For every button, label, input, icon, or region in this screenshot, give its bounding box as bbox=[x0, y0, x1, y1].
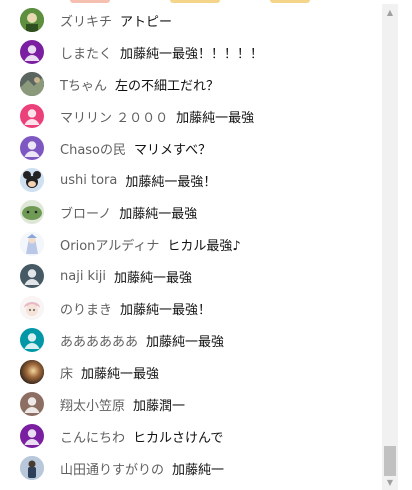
chat-message-text: 加藤純一最強 bbox=[119, 206, 198, 222]
chat-message: Orionアルディナ ヒカル最強♪ bbox=[20, 228, 241, 260]
green-figure-avatar-icon[interactable] bbox=[20, 8, 44, 32]
chat-message: Chasoの民 マリメすべ？ bbox=[20, 132, 211, 164]
default-slate-avatar-icon[interactable] bbox=[20, 264, 44, 288]
chat-message-list: ズリキチ アトピー しまたく 加藤純一最強！！！！！ Tちゃん 左の不細工だれ？… bbox=[0, 4, 380, 490]
chat-message: こんにちわ ヒカルさけんで bbox=[20, 420, 223, 452]
vertical-scrollbar[interactable]: ▲ ▼ bbox=[382, 4, 398, 490]
chat-message: 翔太小笠原 加藤潤一 bbox=[20, 388, 185, 420]
chat-author[interactable]: 翔太小笠原 bbox=[60, 395, 125, 414]
default-pink-avatar-icon[interactable] bbox=[20, 104, 44, 128]
chat-message-text: 加藤純一最強 bbox=[113, 270, 192, 286]
chat-message: 山田通りすがりの 加藤純一 bbox=[20, 452, 224, 484]
anime-face-avatar-icon[interactable] bbox=[20, 296, 44, 320]
chat-author[interactable]: のりまき bbox=[60, 299, 112, 318]
chat-message-text: 加藤純一最強 bbox=[176, 110, 255, 126]
green-creature-avatar-icon[interactable] bbox=[20, 200, 44, 224]
chat-message: マリリン ２０００ 加藤純一最強 bbox=[20, 100, 254, 132]
chat-message-text: 加藤純一最強 bbox=[146, 334, 225, 350]
chat-message: Tちゃん 左の不細工だれ？ bbox=[20, 68, 219, 100]
chat-message: naji kiji 加藤純一最強 bbox=[20, 260, 192, 292]
chat-message: ushi tora 加藤純一最強！ bbox=[20, 164, 216, 196]
default-teal-avatar-icon[interactable] bbox=[20, 328, 44, 352]
mouse-character-avatar-icon[interactable] bbox=[20, 168, 44, 192]
chat-author[interactable]: マリリン ２０００ bbox=[60, 107, 168, 126]
chat-message-text: 加藤純一最強！ bbox=[120, 302, 212, 318]
scrollbar-thumb[interactable] bbox=[384, 446, 396, 476]
default-purple-avatar-icon[interactable] bbox=[20, 40, 44, 64]
chat-message-text: ヒカル最強♪ bbox=[167, 238, 241, 254]
chat-author[interactable]: 床 bbox=[60, 363, 73, 382]
scroll-up-arrow-icon[interactable]: ▲ bbox=[382, 4, 398, 20]
chat-author[interactable]: naji kiji bbox=[60, 269, 106, 284]
chat-author[interactable]: ブローノ bbox=[60, 203, 111, 222]
anime-character-avatar-icon[interactable] bbox=[20, 232, 44, 256]
chat-author[interactable]: ああああああ bbox=[60, 331, 138, 350]
default-violet-avatar-icon[interactable] bbox=[20, 136, 44, 160]
chat-message-text: マリメすべ？ bbox=[134, 142, 212, 158]
chat-message-text: ヒカルさけんで bbox=[133, 430, 224, 446]
chat-message-text: 加藤潤一 bbox=[133, 398, 186, 414]
chat-author[interactable]: Chasoの民 bbox=[60, 139, 126, 158]
default-brown-avatar-icon[interactable] bbox=[20, 392, 44, 416]
sunset-avatar-icon[interactable] bbox=[20, 360, 44, 384]
chat-author[interactable]: Orionアルディナ bbox=[60, 235, 159, 254]
chat-message: ズリキチ アトピー bbox=[20, 4, 172, 36]
chat-message-text: 加藤純一最強！！！！！ bbox=[120, 46, 264, 62]
chat-author[interactable]: しまたく bbox=[60, 43, 112, 62]
person-photo-avatar-icon[interactable] bbox=[20, 456, 44, 480]
chat-author[interactable]: 山田通りすがりの bbox=[60, 459, 164, 478]
chat-message-text: 加藤純一 bbox=[172, 462, 225, 478]
chat-message-text: 加藤純一最強！ bbox=[125, 174, 217, 190]
chat-message: 床 加藤純一最強 bbox=[20, 356, 159, 388]
chat-author[interactable]: こんにちわ bbox=[60, 427, 125, 446]
chat-author[interactable]: ushi tora bbox=[60, 173, 117, 188]
chat-message: のりまき 加藤純一最強！ bbox=[20, 292, 211, 324]
chat-message-text: アトピー bbox=[120, 14, 173, 30]
scroll-down-arrow-icon[interactable]: ▼ bbox=[382, 474, 398, 490]
chat-message-text: 左の不細工だれ？ bbox=[114, 78, 219, 94]
chat-author[interactable]: ズリキチ bbox=[60, 11, 112, 30]
chat-message: ブローノ 加藤純一最強 bbox=[20, 196, 197, 228]
live-chat-window: ズリキチ アトピー しまたく 加藤純一最強！！！！！ Tちゃん 左の不細工だれ？… bbox=[0, 0, 412, 490]
chat-author[interactable]: Tちゃん bbox=[60, 75, 107, 94]
default-purple-avatar-icon[interactable] bbox=[20, 424, 44, 448]
photo-avatar-icon[interactable] bbox=[20, 72, 44, 96]
chat-message: ああああああ 加藤純一最強 bbox=[20, 324, 224, 356]
chat-message-text: 加藤純一最強 bbox=[81, 366, 160, 382]
chat-message: しまたく 加藤純一最強！！！！！ bbox=[20, 36, 263, 68]
